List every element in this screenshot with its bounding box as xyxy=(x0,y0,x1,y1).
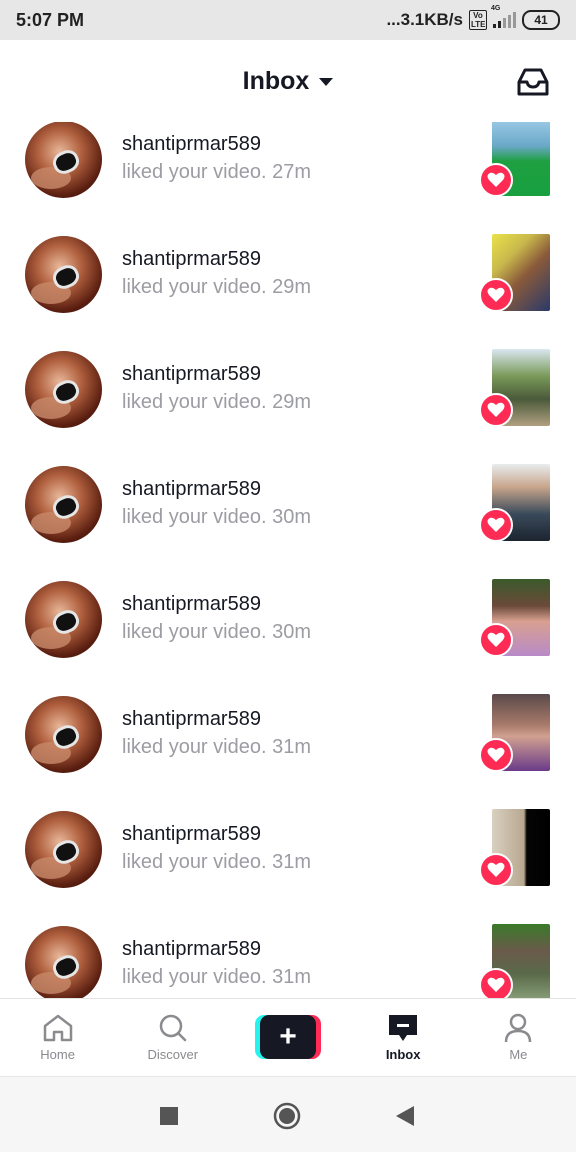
nav-me-label: Me xyxy=(509,1047,528,1062)
notification-row[interactable]: shantiprmar589 liked your video. 30m xyxy=(0,444,576,559)
notification-time: 31m xyxy=(272,966,311,988)
heart-icon xyxy=(479,508,513,542)
notification-row[interactable]: shantiprmar589 liked your video. 31m xyxy=(0,789,576,904)
notification-text: liked your video. 29m xyxy=(122,391,311,414)
person-icon xyxy=(505,1013,532,1043)
nav-home[interactable]: Home xyxy=(0,999,115,1077)
notification-action: liked your video. xyxy=(122,851,267,873)
search-icon xyxy=(159,1014,187,1042)
notification-username[interactable]: shantiprmar589 xyxy=(122,708,261,731)
heart-icon xyxy=(479,623,513,657)
network-speed: ...3.1KB/s xyxy=(386,10,463,29)
notification-time: 31m xyxy=(272,851,311,873)
heart-icon xyxy=(479,393,513,427)
notification-action: liked your video. xyxy=(122,966,267,988)
system-nav-bar xyxy=(0,1076,576,1152)
avatar[interactable] xyxy=(25,811,102,888)
notification-username[interactable]: shantiprmar589 xyxy=(122,133,261,156)
notification-action: liked your video. xyxy=(122,506,267,528)
heart-icon xyxy=(479,853,513,887)
volte-badge: Vo LTE xyxy=(469,10,487,30)
inbox-filter-dropdown[interactable]: Inbox xyxy=(243,67,334,96)
notification-username[interactable]: shantiprmar589 xyxy=(122,248,261,271)
notification-row[interactable]: shantiprmar589 liked your video. 31m xyxy=(0,674,576,789)
heart-icon xyxy=(479,968,513,998)
notification-username[interactable]: shantiprmar589 xyxy=(122,363,261,386)
home-system-button[interactable] xyxy=(272,1101,302,1131)
nav-discover[interactable]: Discover xyxy=(115,999,230,1077)
direct-messages-button[interactable] xyxy=(516,67,550,97)
square-icon xyxy=(160,1107,178,1125)
inbox-message-icon xyxy=(389,1015,418,1041)
circle-icon xyxy=(273,1102,301,1130)
back-button[interactable] xyxy=(390,1101,420,1131)
notification-username[interactable]: shantiprmar589 xyxy=(122,823,261,846)
nav-me[interactable]: Me xyxy=(461,999,576,1077)
notification-row[interactable]: shantiprmar589 liked your video. 31m xyxy=(0,904,576,998)
notification-action: liked your video. xyxy=(122,276,267,298)
notification-row[interactable]: shantiprmar589 liked your video. 29m xyxy=(0,329,576,444)
nav-home-label: Home xyxy=(40,1047,75,1062)
notification-time: 30m xyxy=(272,506,311,528)
notification-action: liked your video. xyxy=(122,161,267,183)
notification-row[interactable]: shantiprmar589 liked your video. 30m xyxy=(0,559,576,674)
plus-icon: + xyxy=(259,1015,316,1059)
signal-label: 4G xyxy=(491,5,501,12)
avatar[interactable] xyxy=(25,122,102,198)
notification-text: liked your video. 31m xyxy=(122,736,311,759)
notification-time: 27m xyxy=(272,161,311,183)
recents-button[interactable] xyxy=(154,1101,184,1131)
avatar[interactable] xyxy=(25,696,102,773)
notification-time: 31m xyxy=(272,736,311,758)
notification-row[interactable]: shantiprmar589 liked your video. 29m xyxy=(0,214,576,329)
signal-icon: 4G xyxy=(491,5,516,28)
home-icon xyxy=(43,1014,72,1042)
status-indicators: ...3.1KB/s Vo LTE 4G 41 xyxy=(386,5,560,30)
back-triangle-icon xyxy=(396,1106,414,1126)
notification-text: liked your video. 30m xyxy=(122,506,311,529)
avatar[interactable] xyxy=(25,926,102,998)
inbox-tray-icon xyxy=(517,68,549,96)
notification-username[interactable]: shantiprmar589 xyxy=(122,938,261,961)
notification-text: liked your video. 30m xyxy=(122,621,311,644)
notification-action: liked your video. xyxy=(122,391,267,413)
nav-inbox[interactable]: Inbox xyxy=(346,999,461,1077)
page-title: Inbox xyxy=(242,66,310,95)
notification-action: liked your video. xyxy=(122,621,267,643)
notification-time: 29m xyxy=(272,391,311,413)
heart-icon xyxy=(479,738,513,772)
heart-icon xyxy=(479,278,513,312)
caret-down-icon xyxy=(319,78,334,86)
notification-text: liked your video. 31m xyxy=(122,851,311,874)
notification-time: 29m xyxy=(272,276,311,298)
notification-text: liked your video. 29m xyxy=(122,276,311,299)
status-bar: 5:07 PM ...3.1KB/s Vo LTE 4G 41 xyxy=(0,0,576,40)
notification-action: liked your video. xyxy=(122,736,267,758)
inbox-header: Inbox xyxy=(0,40,576,122)
notification-username[interactable]: shantiprmar589 xyxy=(122,478,261,501)
nav-inbox-label: Inbox xyxy=(385,1047,421,1062)
notification-row[interactable]: shantiprmar589 liked your video. 27m xyxy=(0,122,576,214)
status-time: 5:07 PM xyxy=(16,9,85,30)
avatar[interactable] xyxy=(25,236,102,313)
avatar[interactable] xyxy=(25,581,102,658)
nav-create[interactable]: + xyxy=(230,999,345,1077)
battery-level: 41 xyxy=(534,13,548,27)
notification-text: liked your video. 31m xyxy=(122,966,311,989)
heart-icon xyxy=(479,163,513,197)
avatar[interactable] xyxy=(25,351,102,428)
notification-list[interactable]: shantiprmar589 liked your video. 27m shant… xyxy=(0,122,576,998)
battery-icon: 41 xyxy=(522,10,560,30)
notification-time: 30m xyxy=(272,621,311,643)
notification-text: liked your video. 27m xyxy=(122,161,311,184)
create-video-button[interactable]: + xyxy=(254,1015,321,1059)
avatar[interactable] xyxy=(25,466,102,543)
bottom-nav: Home Discover + Inbox Me xyxy=(0,998,576,1076)
notification-username[interactable]: shantiprmar589 xyxy=(122,593,261,616)
nav-discover-label: Discover xyxy=(147,1047,199,1062)
